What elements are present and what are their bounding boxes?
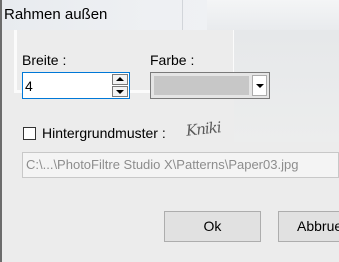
width-increment-button[interactable] — [112, 74, 128, 85]
title-bar[interactable]: Rahmen außen — [2, 0, 339, 30]
width-spinbox — [22, 72, 130, 99]
color-swatch — [154, 76, 249, 95]
frame-outside-dialog: Rahmen außen Breite : Farbe : Hintergrun… — [2, 0, 339, 262]
background-image-area — [207, 0, 339, 30]
signature-watermark: Kniki — [185, 118, 222, 140]
width-decrement-button[interactable] — [112, 86, 128, 97]
color-dropdown[interactable] — [150, 72, 270, 99]
ok-button[interactable]: Ok — [164, 211, 261, 242]
pattern-checkbox-label[interactable]: Hintergrundmuster : — [42, 125, 166, 141]
width-input[interactable] — [25, 75, 109, 96]
pattern-path-field: C:\...\PhotoFiltre Studio X\Patterns\Pap… — [22, 152, 339, 178]
background-image-line — [182, 0, 183, 30]
pattern-checkbox[interactable] — [23, 127, 36, 140]
cancel-button[interactable]: Abbrue — [278, 211, 339, 242]
chevron-down-icon[interactable] — [252, 75, 267, 96]
dialog-title: Rahmen außen — [4, 6, 108, 23]
width-label: Breite : — [22, 52, 67, 68]
color-label: Farbe : — [150, 52, 195, 68]
